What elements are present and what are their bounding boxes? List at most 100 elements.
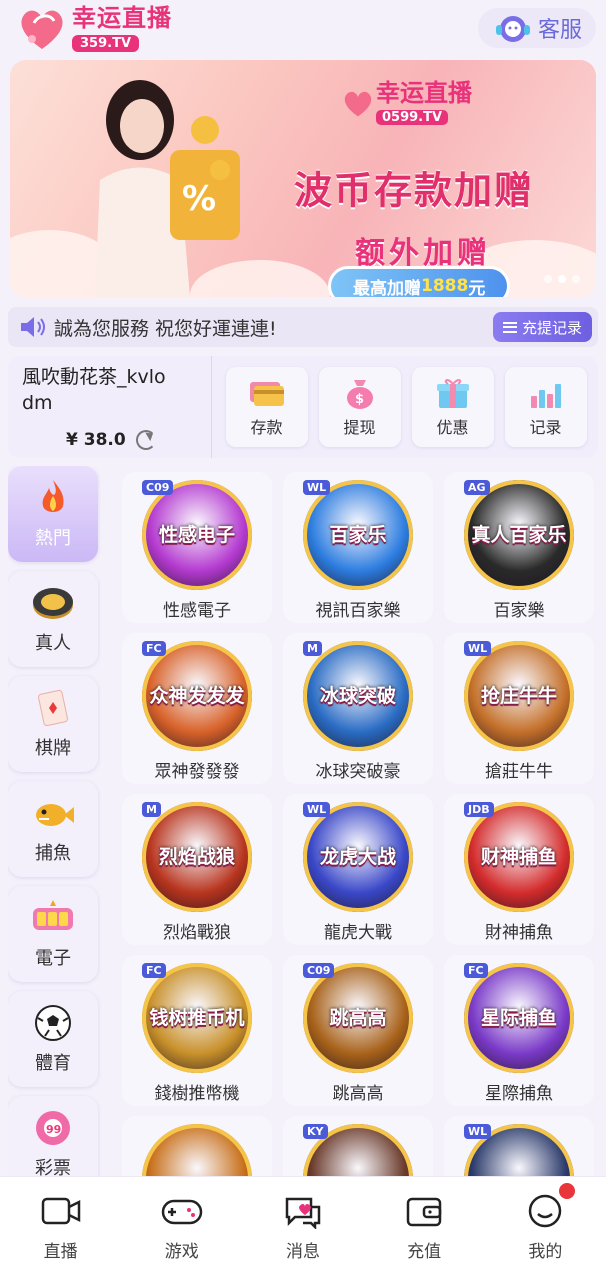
category-label: 熱門 [35,528,71,549]
provider-badge: M [303,641,322,656]
category-slots[interactable]: 電子 [8,886,98,982]
banner-pill-prefix: 最高加赠 [353,278,421,298]
game-tile[interactable] [122,1116,272,1176]
promo-banner[interactable]: % 幸运直播 0599.TV 波币存款加赠 额外加赠 最高加赠 1888 元 [10,60,596,297]
provider-badge: WL [464,1124,492,1139]
category-fishing[interactable]: 捕魚 [8,781,98,877]
nav-label: 游戏 [164,1242,199,1262]
game-thumbnail-title: 龙虎大战 [319,846,396,868]
money-bag-icon: $ [346,380,373,409]
game-tile[interactable]: WL 百家乐 視訊百家樂 [283,472,433,623]
game-tile[interactable]: JDB 财神捕鱼 財神捕魚 [444,794,594,945]
game-tile[interactable]: M 冰球突破冰球突破豪 [283,633,433,784]
gamepad-icon [161,1199,203,1225]
banner-pagination [544,275,580,283]
game-name: 財神捕魚 [485,923,553,943]
customer-service-button[interactable]: 客服 [477,8,596,48]
category-label: 真人 [35,633,71,654]
nav-live[interactable]: 直播 [11,1193,111,1280]
nav-label: 消息 [285,1242,320,1262]
game-tile[interactable]: C09 性感电子 性感電子 [122,472,272,623]
game-thumbnail-title: 跳高高 [329,1007,387,1029]
refresh-icon[interactable] [135,430,156,450]
lottery-ball-icon: 99 [36,1111,70,1145]
provider-badge: FC [142,963,166,978]
svg-text:%: % [182,179,216,219]
nav-games[interactable]: 游戏 [132,1193,232,1280]
slot-machine-icon [33,900,73,930]
provider-badge: C09 [303,963,335,978]
nav-label: 充值 [407,1242,442,1262]
game-name: 烈焰戰狼 [163,923,231,943]
nav-messages[interactable]: 消息 [253,1193,353,1280]
deposit-button[interactable]: 存款 [225,367,308,447]
game-name: 搶莊牛牛 [485,762,553,782]
user-wallet-panel: 風吹動花茶_kvlodm ¥ 38.0 存款 $ 提现 优惠 记录 [8,356,598,458]
game-tile[interactable]: WL 抢庄牛牛 搶莊牛牛 [444,633,594,784]
bar-chart-icon [530,384,561,408]
banner-pill-suffix: 元 [468,278,486,298]
game-name: 錢樹推幣機 [154,1084,240,1104]
logo-heart-icon [21,10,63,49]
banner-logo-heart-icon [344,91,372,116]
game-tile[interactable]: KY [283,1116,433,1176]
game-thumbnail-title: 财神捕鱼 [480,846,557,868]
notification-badge [559,1183,576,1199]
game-name: 眾神發發發 [154,762,240,782]
nav-label: 我的 [528,1242,563,1262]
category-live[interactable]: 真人 [8,571,98,667]
banner-brand-title: 幸运直播 [376,79,472,107]
provider-badge: FC [464,963,488,978]
fish-icon [36,804,74,826]
category-hot[interactable]: 熱門 [8,466,98,562]
app-logo[interactable]: 幸运直播 359.TV [14,3,172,53]
game-name: 冰球突破豪 [315,762,401,782]
category-sidebar: 熱門 真人 棋牌 捕魚 電子 體育 99 彩票 [8,466,104,1176]
promotions-label: 优惠 [436,418,469,437]
flame-icon [42,480,64,512]
balance-amount: ¥ 38.0 [66,430,126,450]
withdraw-button[interactable]: $ 提现 [318,367,401,447]
promotions-button[interactable]: 优惠 [411,367,494,447]
notice-text: 誠為您服務 祝您好運連連! [54,317,277,340]
game-tile[interactable]: C09 跳高高 跳高高 [283,955,433,1106]
game-tile[interactable]: FC 钱树推币机 錢樹推幣機 [122,955,272,1106]
game-tile[interactable]: WL 龙虎大战 龍虎大戰 [283,794,433,945]
deposit-withdraw-record-button[interactable]: 充提记录 [492,312,592,342]
game-name: 性感電子 [163,601,231,621]
category-lottery[interactable]: 99 彩票 [8,1096,98,1176]
nav-profile[interactable]: 我的 [495,1183,595,1280]
game-tile[interactable]: FC 众神发发发眾神發發發 [122,633,272,784]
camera-icon [41,1197,80,1225]
banner-pill-amount: 1888 [421,276,469,296]
records-button[interactable]: 记录 [504,367,587,447]
game-thumbnail: M 冰球突破 [303,641,413,751]
username: 風吹動花茶_kvlodm [22,366,166,414]
game-tile[interactable]: AG 真人百家乐 百家樂 [444,472,594,623]
provider-badge: KY [303,1124,328,1139]
game-tile[interactable]: M 烈焰战狼烈焰戰狼 [122,794,272,945]
banner-dot-active[interactable] [558,275,566,283]
record-button-label: 充提记录 [521,318,582,337]
game-thumbnail: FC 众神发发发 [142,641,252,751]
banner-bonus-pill: 最高加赠 1888 元 [328,266,511,298]
game-tile[interactable]: FC 星际捕鱼 星際捕魚 [444,955,594,1106]
game-thumbnail-title: 真人百家乐 [471,524,567,546]
nav-recharge[interactable]: 充值 [374,1193,474,1280]
category-cards[interactable]: 棋牌 [8,676,98,772]
game-tile[interactable]: WL [444,1116,594,1176]
banner-dot[interactable] [544,275,552,283]
game-thumbnail: M 烈焰战狼 [142,802,252,912]
game-thumbnail: AG 真人百家乐 [464,480,574,590]
banner-headline: 波币存款加赠 [294,168,535,213]
game-thumbnail [142,1124,252,1176]
provider-badge: FC [142,641,166,656]
card-icon [249,382,284,406]
nav-label: 直播 [43,1242,78,1262]
balance-row: ¥ 38.0 [22,430,211,450]
category-sports[interactable]: 體育 [8,991,98,1087]
top-header: 幸运直播 359.TV 客服 [0,0,606,56]
banner-dot[interactable] [572,275,580,283]
category-label: 電子 [35,948,71,969]
provider-badge: WL [303,802,331,817]
